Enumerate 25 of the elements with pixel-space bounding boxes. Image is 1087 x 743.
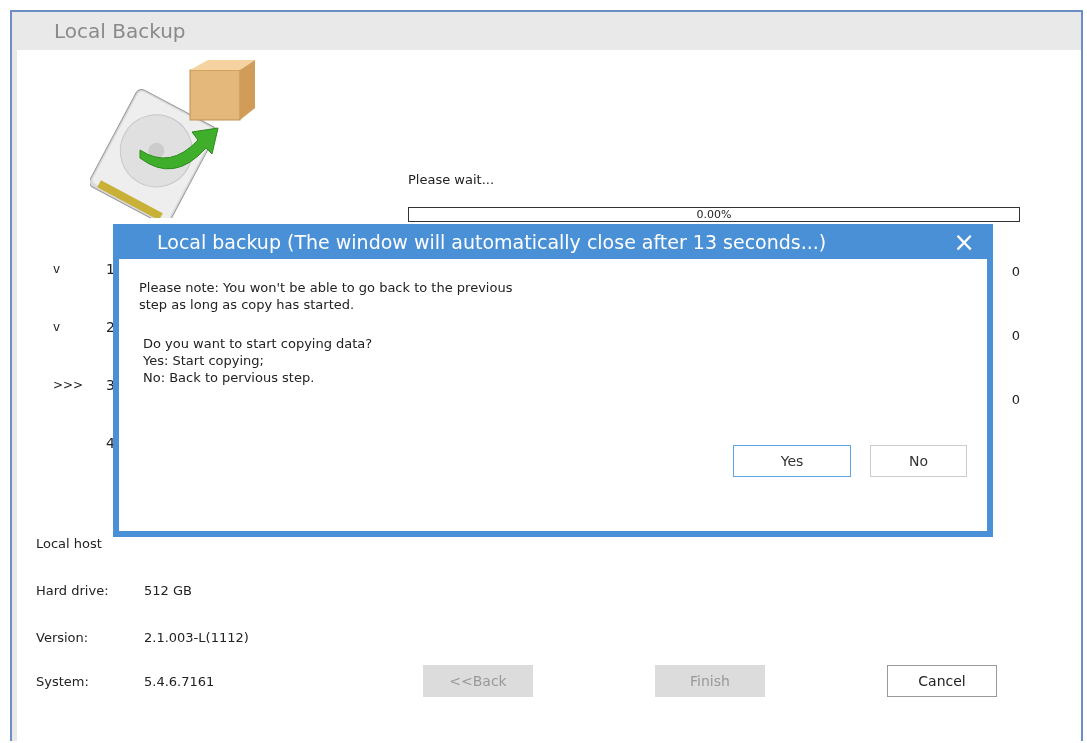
question-text: Do you want to start copying data? Yes: Start copying; No: Back to pervious step. — [143, 335, 374, 386]
field-value: 2.1.003-L(1112) — [144, 630, 249, 645]
window-title: Local Backup — [54, 19, 186, 43]
counter-value: 0 — [1011, 264, 1020, 279]
status-text: Please wait... — [408, 172, 496, 187]
step-marker: v — [52, 320, 62, 334]
step-number: 4 — [106, 435, 115, 451]
yes-button[interactable]: Yes — [733, 445, 851, 477]
field-value: 512 GB — [144, 583, 192, 598]
counter-value: 0 — [1011, 392, 1020, 407]
field-label: System: — [36, 673, 90, 689]
field-label: Version: — [36, 630, 90, 645]
counter-value: 0 — [1011, 328, 1020, 343]
no-button[interactable]: No — [870, 445, 967, 477]
step-marker: v — [52, 262, 62, 276]
section-heading: Local host — [36, 536, 102, 551]
message-text: Please note: You won't be able to go back to the previous step as long as copy has started. — [139, 279, 514, 313]
step-marker: >>> — [52, 378, 85, 392]
step-number: 2 — [106, 319, 115, 335]
hard-drive-backup-icon — [90, 60, 256, 218]
progress-percent: 0.00% — [696, 208, 732, 221]
field-label: Hard drive: — [36, 583, 110, 598]
dialog-title: Local backup (The window will automatically close after 13 seconds...) — [157, 230, 827, 253]
cancel-button[interactable]: Cancel — [887, 665, 997, 697]
field-value: 5.4.6.7161 — [144, 673, 216, 689]
